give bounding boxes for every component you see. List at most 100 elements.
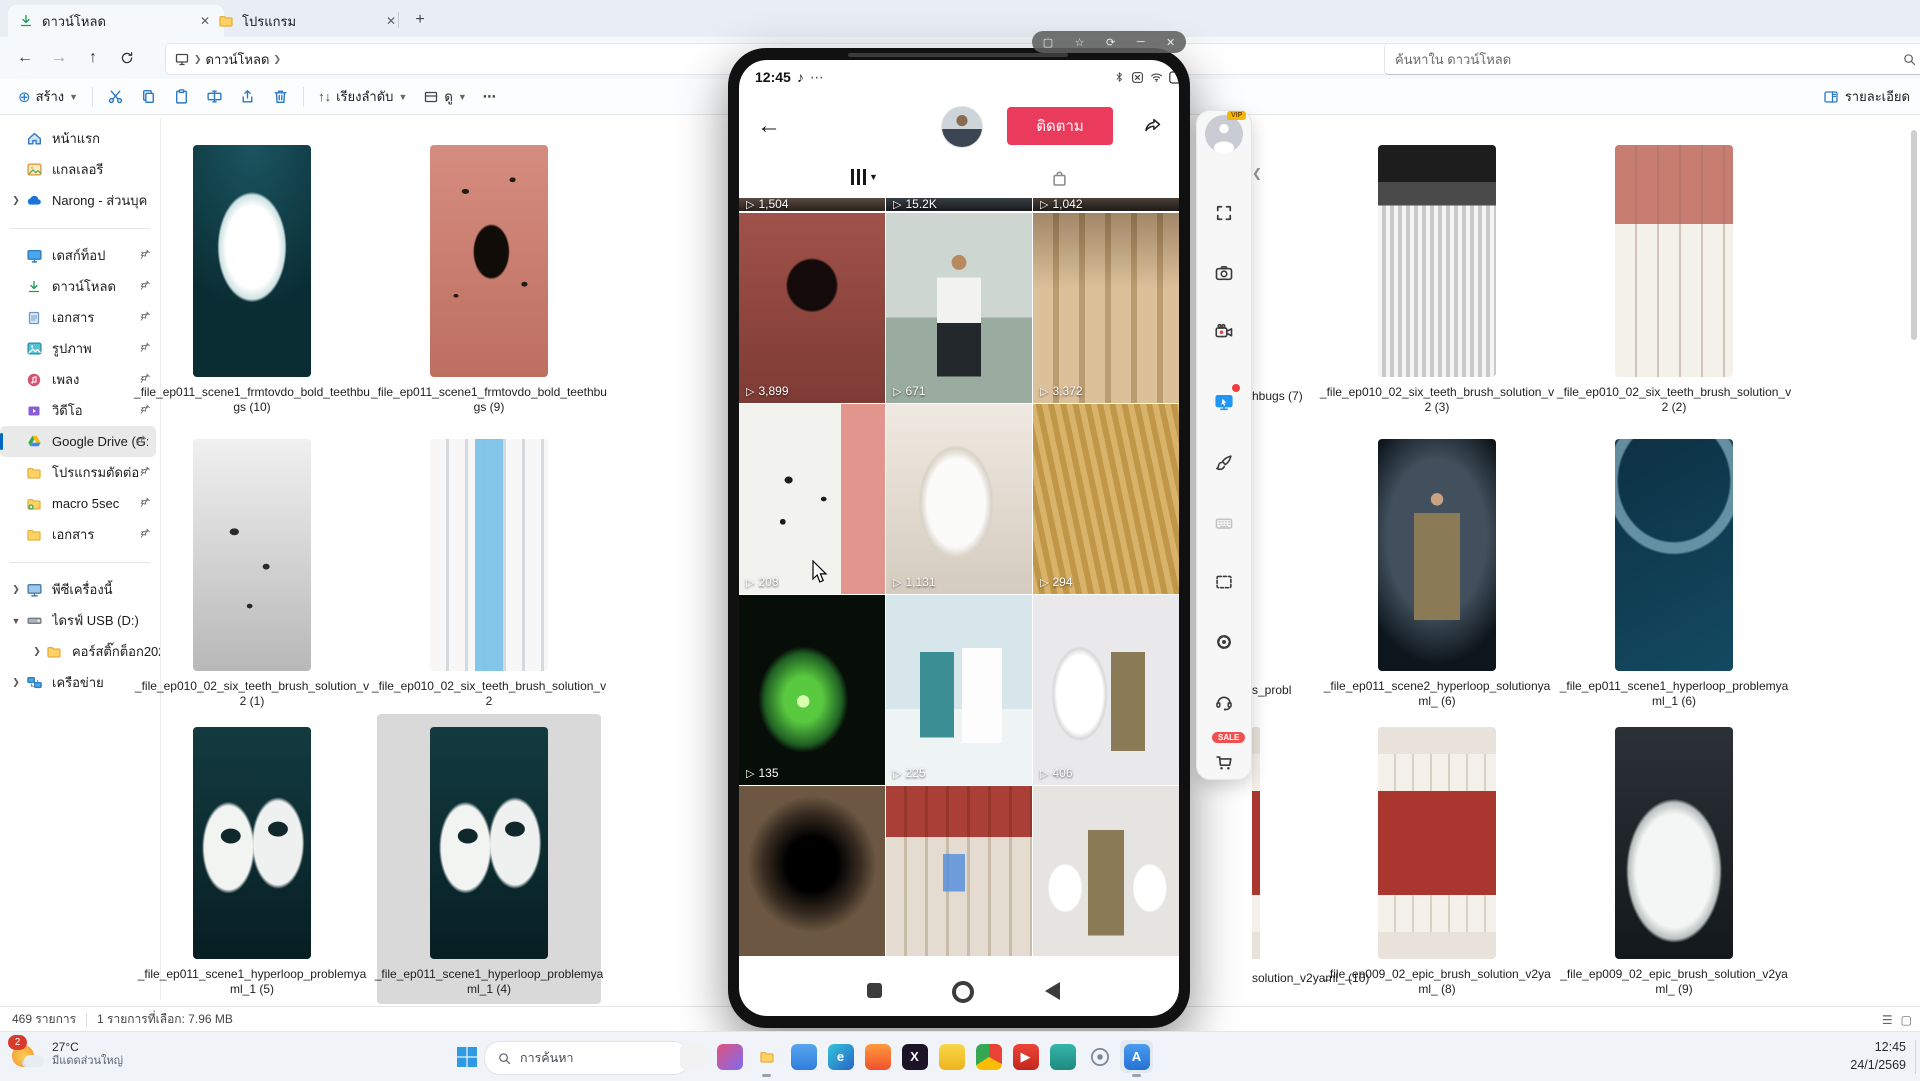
sidebar-item-narong-ส่วนบุคคล[interactable]: ❯Narong - ส่วนบุคคล — [0, 185, 160, 216]
taskbar-app-3[interactable] — [750, 1040, 783, 1073]
favorite-icon[interactable]: ☆ — [1075, 36, 1085, 49]
video-thumbnail[interactable]: ▷294 — [1033, 404, 1179, 594]
taskbar-app-9[interactable] — [972, 1040, 1005, 1073]
video-thumbnail[interactable]: ▷1,042 — [1033, 198, 1179, 211]
taskbar-search[interactable]: การค้นหา — [484, 1041, 690, 1075]
sidebar-item-ดาวน์โหลด[interactable]: ดาวน์โหลด — [0, 271, 160, 302]
scrollbar[interactable] — [1911, 130, 1917, 340]
thumbnail-view-icon[interactable]: ▢ — [1901, 1013, 1912, 1027]
sidebar-item-ไดรฟ์-usb-d-[interactable]: ▼ไดรฟ์ USB (D:) — [0, 605, 160, 636]
file-thumbnail[interactable] — [193, 439, 311, 671]
breadcrumb-segment[interactable]: ดาวน์โหลด — [206, 49, 270, 70]
taskbar-app-6[interactable] — [861, 1040, 894, 1073]
sidebar-item-โปรแกรมตัดต่อ[interactable]: โปรแกรมตัดต่อ — [0, 457, 160, 488]
file-thumbnail[interactable] — [1378, 727, 1496, 959]
file-thumbnail[interactable] — [430, 439, 548, 671]
panel-collapse-icon[interactable]: ❮ — [1252, 166, 1262, 180]
taskbar-app-10[interactable]: ▶ — [1009, 1040, 1042, 1073]
file-thumbnail[interactable] — [1615, 727, 1733, 959]
video-thumbnail[interactable] — [886, 786, 1032, 956]
close-icon[interactable]: ✕ — [1166, 36, 1175, 49]
copy-button[interactable] — [132, 83, 165, 111]
clock[interactable]: 12:45 24/1/2569 — [1850, 1038, 1906, 1074]
tab-videos[interactable]: ▼ — [851, 169, 878, 185]
panel-screenshot-icon[interactable] — [1206, 255, 1242, 291]
new-tab-button[interactable]: + — [408, 8, 432, 32]
rotate-icon[interactable]: ⟳ — [1106, 36, 1115, 49]
expander-chevron-icon[interactable]: ❯ — [30, 646, 44, 657]
file-name[interactable]: _file_ep011_scene1_hyperloop_problemyaml… — [371, 967, 607, 997]
video-thumbnail[interactable]: ▷15.2K — [886, 198, 1032, 211]
panel-fullscreen-icon[interactable] — [1206, 195, 1242, 231]
list-view-icon[interactable]: ☰ — [1882, 1013, 1893, 1027]
show-desktop-button[interactable] — [1915, 1040, 1920, 1074]
file-name[interactable]: _file_ep011_scene2_hyperloop_solutionyam… — [1319, 679, 1555, 709]
follow-button[interactable]: ติดตาม — [1007, 107, 1113, 145]
sidebar-item-แกลเลอรี[interactable]: แกลเลอรี — [0, 154, 160, 185]
video-thumbnail[interactable]: ▷225 — [886, 595, 1032, 785]
sidebar-item-macro-5sec[interactable]: macro 5sec — [0, 488, 160, 519]
panel-region-icon[interactable] — [1206, 564, 1242, 600]
panel-record-icon[interactable] — [1206, 314, 1242, 350]
file-name[interactable]: _file_ep009_02_epic_brush_solution_v2yam… — [1556, 967, 1792, 997]
panel-mirror-icon[interactable] — [1206, 384, 1242, 420]
taskbar-app-7[interactable]: X — [898, 1040, 931, 1073]
expander-chevron-icon[interactable]: ❯ — [8, 195, 24, 206]
taskbar-app-1[interactable] — [676, 1040, 709, 1073]
panel-cart-icon[interactable]: SALE — [1206, 744, 1242, 780]
video-thumbnail[interactable]: ▷3,372 — [1033, 213, 1179, 403]
taskbar-app-2[interactable] — [713, 1040, 746, 1073]
file-name[interactable]: _file_ep011_scene1_frmtovdo_bold_teethbu… — [134, 385, 370, 415]
file-name[interactable]: _file_ep010_02_six_teeth_brush_solution_… — [371, 679, 607, 709]
sidebar-item-google-drive-g-[interactable]: Google Drive (G:) — [0, 426, 156, 457]
screen-icon[interactable]: ▢ — [1043, 36, 1053, 49]
file-name[interactable]: _file_ep011_scene1_hyperloop_problemyaml… — [1556, 679, 1792, 709]
sidebar-item-เอกสาร[interactable]: เอกสาร — [0, 519, 160, 550]
tab-programs[interactable]: โปรแกรม ✕ — [208, 5, 410, 37]
forward-button[interactable]: → — [42, 43, 76, 73]
avatar[interactable] — [941, 106, 983, 148]
back-button[interactable] — [1045, 982, 1060, 1000]
tab-downloads[interactable]: ดาวน์โหลด ✕ — [8, 5, 224, 37]
file-name[interactable]: _file_ep011_scene1_frmtovdo_bold_teethbu… — [371, 385, 607, 415]
back-icon[interactable]: ← — [757, 112, 781, 140]
taskbar-app-11[interactable] — [1046, 1040, 1079, 1073]
sidebar-item-พีซีเครื่องนี้[interactable]: ❯พีซีเครื่องนี้ — [0, 574, 160, 605]
video-thumbnail[interactable]: ▷1,131 — [886, 404, 1032, 594]
video-thumbnail[interactable]: ▷3,899 — [739, 213, 885, 403]
file-thumbnail-sliver[interactable] — [1252, 727, 1260, 959]
video-thumbnail[interactable]: ▷671 — [886, 213, 1032, 403]
panel-support-icon[interactable] — [1206, 684, 1242, 720]
video-thumbnail[interactable]: ▷1,504 — [739, 198, 885, 211]
tab-shop[interactable] — [1050, 169, 1069, 188]
sidebar-item-เดสก์ท็อป[interactable]: เดสก์ท็อป — [0, 240, 160, 271]
recents-button[interactable] — [867, 983, 882, 998]
expander-chevron-icon[interactable]: ❯ — [8, 677, 24, 688]
file-name[interactable]: _file_ep009_02_epic_brush_solution_v2yam… — [1319, 967, 1555, 997]
file-thumbnail[interactable] — [1378, 439, 1496, 671]
sidebar-item-เอกสาร[interactable]: เอกสาร — [0, 302, 160, 333]
share-icon[interactable] — [1141, 114, 1163, 134]
file-thumbnail[interactable] — [1378, 145, 1496, 377]
share-button[interactable] — [231, 83, 264, 111]
file-thumbnail[interactable] — [430, 145, 548, 377]
taskbar-app-13[interactable]: A — [1120, 1040, 1153, 1073]
panel-brush-icon[interactable] — [1206, 445, 1242, 481]
up-button[interactable]: ↑ — [76, 43, 110, 73]
more-options-button[interactable]: ⋯ — [475, 83, 504, 111]
expander-chevron-icon[interactable]: ❯ — [8, 584, 24, 595]
paste-button[interactable] — [165, 83, 198, 111]
file-name[interactable]: _file_ep011_scene1_hyperloop_problemyaml… — [134, 967, 370, 997]
new-button[interactable]: ⊕ สร้าง ▼ — [10, 83, 86, 111]
panel-settings-icon[interactable] — [1206, 624, 1242, 660]
delete-button[interactable] — [264, 83, 297, 111]
start-button[interactable] — [450, 1040, 483, 1073]
cut-button[interactable] — [99, 83, 132, 111]
file-thumbnail[interactable] — [430, 727, 548, 959]
video-thumbnail[interactable] — [739, 786, 885, 956]
file-thumbnail[interactable] — [1615, 439, 1733, 671]
file-name[interactable]: _file_ep010_02_six_teeth_brush_solution_… — [1319, 385, 1555, 415]
refresh-button[interactable] — [110, 43, 144, 73]
file-thumbnail[interactable] — [193, 727, 311, 959]
sort-button[interactable]: ↑↓ เรียงลำดับ ▼ — [310, 83, 415, 111]
